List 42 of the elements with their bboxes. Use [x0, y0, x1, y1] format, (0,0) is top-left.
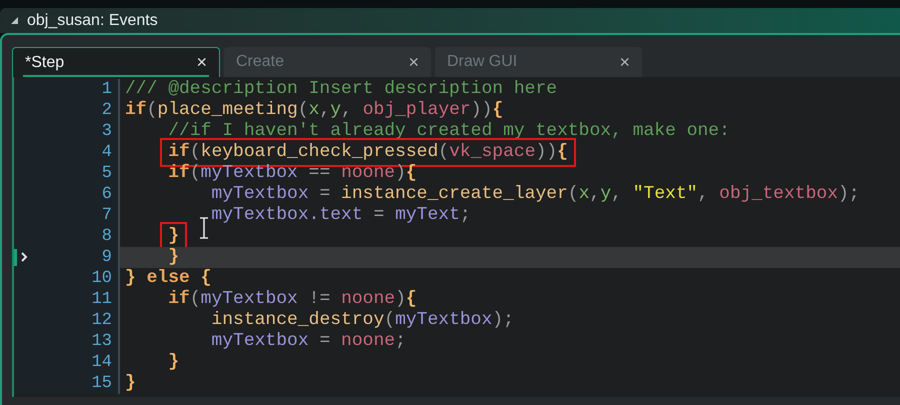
- close-tab-button[interactable]: ×: [196, 49, 207, 76]
- chevron-icon: [20, 252, 28, 262]
- close-tab-button[interactable]: ×: [408, 48, 419, 76]
- code-line: if(myTextbox == noone){: [168, 163, 417, 184]
- window-title: obj_susan: Events: [27, 10, 158, 30]
- code-line: }: [168, 352, 180, 373]
- tab-label: *Step: [25, 52, 64, 72]
- tab[interactable]: *Step ×: [12, 47, 220, 77]
- line-number: 13: [92, 330, 112, 353]
- code-line: myTextbox = instance_create_layer(x,y, "Text", obj_textbox);: [211, 184, 860, 205]
- line-number: 9: [102, 246, 112, 269]
- code-line: }: [168, 247, 180, 268]
- tab-label: Create: [236, 52, 284, 72]
- text-cursor-icon: [198, 217, 210, 239]
- collapse-triangle-icon[interactable]: [10, 16, 19, 25]
- line-number: 12: [92, 310, 112, 332]
- line-number: 2: [102, 100, 112, 122]
- line-number: 7: [102, 204, 112, 227]
- code-line: } else {: [125, 268, 212, 289]
- line-number: 11: [92, 288, 112, 311]
- line-number: 10: [92, 268, 112, 290]
- line-number: 1: [102, 78, 112, 101]
- code-line: /// @description Insert description here: [125, 79, 558, 100]
- line-number: 4: [102, 142, 112, 164]
- tab[interactable]: Draw GUI ×: [435, 47, 642, 77]
- line-number: 5: [102, 162, 112, 185]
- tab-label: Draw GUI: [447, 52, 518, 72]
- line-number: 8: [102, 226, 112, 248]
- line-number: 6: [102, 184, 112, 206]
- code-line: if(place_meeting(x,y, obj_player)){: [125, 100, 504, 121]
- line-number: 3: [102, 120, 112, 143]
- code-line: myTextbox.text = myText;: [211, 205, 471, 226]
- tab[interactable]: Create ×: [224, 47, 431, 77]
- line-number: 14: [92, 352, 112, 374]
- close-tab-button[interactable]: ×: [619, 48, 630, 76]
- code-line: instance_destroy(myTextbox);: [211, 310, 514, 331]
- code-line: if(myTextbox != noone){: [168, 289, 417, 310]
- code-line: }: [125, 373, 136, 394]
- code-editor[interactable]: [12, 77, 900, 397]
- code-line: myTextbox = noone;: [211, 331, 406, 352]
- code-line: //if I haven't already created my textbox, make one:: [168, 121, 730, 142]
- line-number: 15: [92, 372, 112, 395]
